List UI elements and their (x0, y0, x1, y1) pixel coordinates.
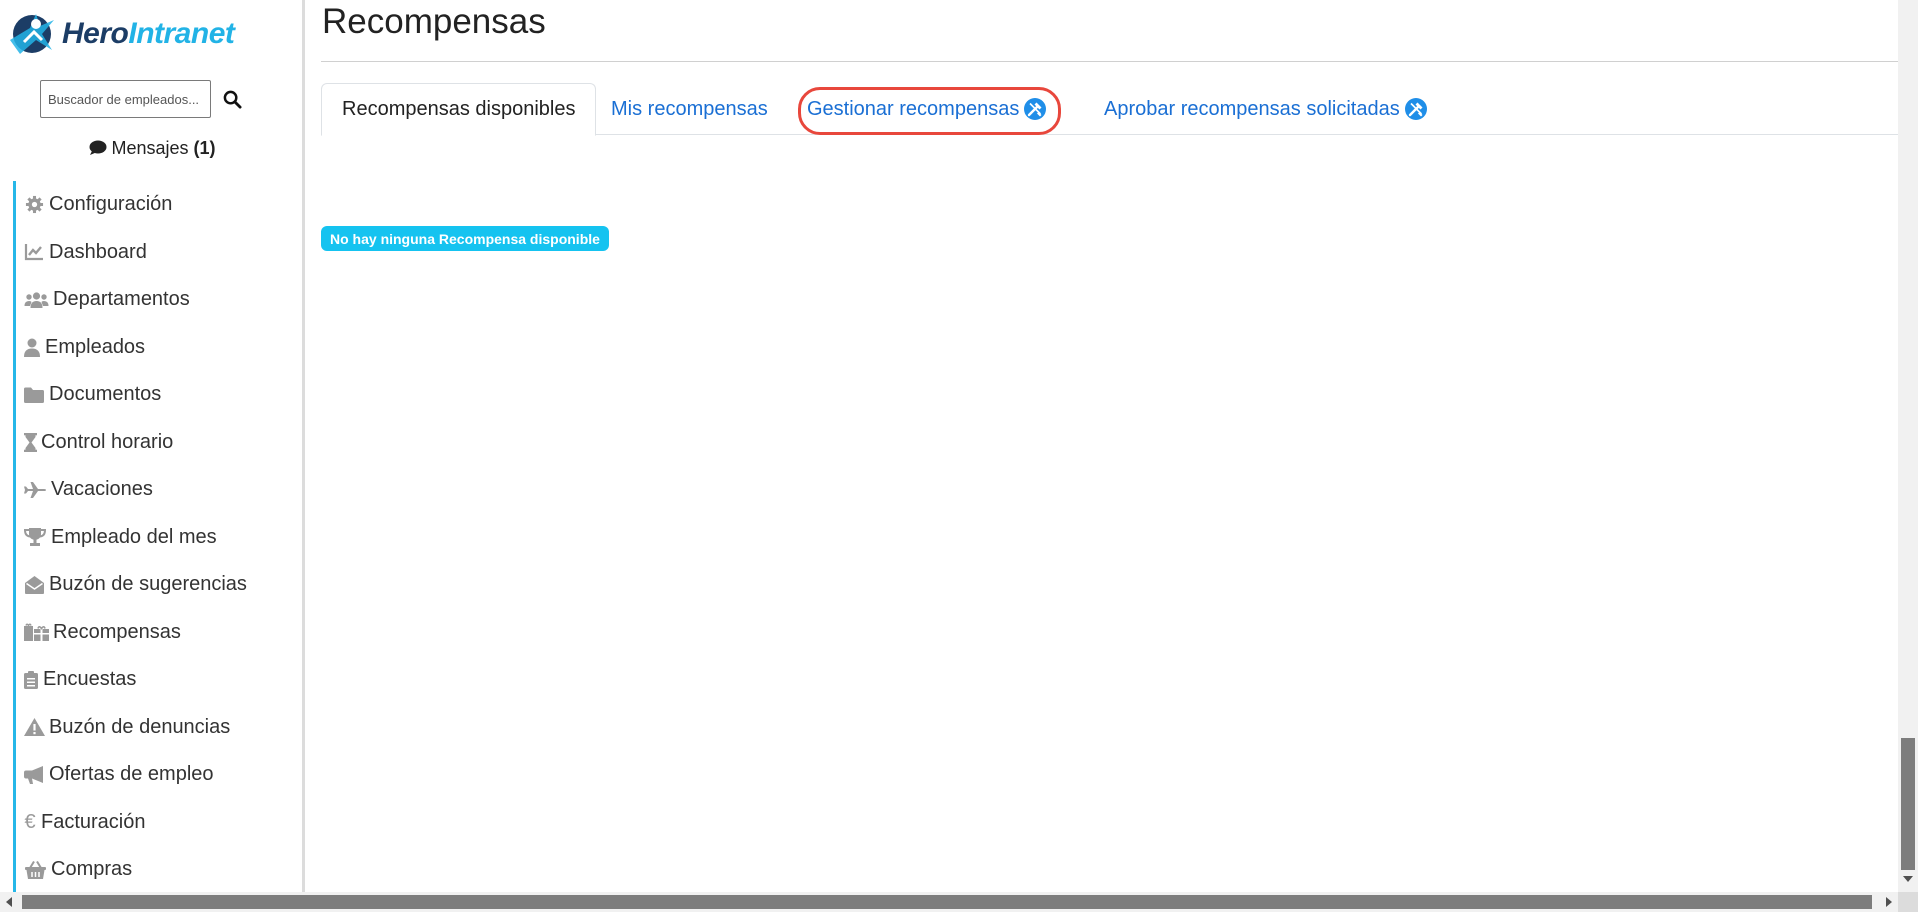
sidebar-item-label: Buzón de sugerencias (49, 573, 247, 596)
sidebar-item-facturacion[interactable]: € Facturación (13, 798, 302, 846)
sidebar: HeroIntranet Mensajes (1) Configuración … (0, 0, 305, 892)
hero-logo-icon (10, 14, 54, 54)
envelope-open-icon (23, 574, 45, 596)
page-title: Recompensas (322, 2, 546, 41)
basket-icon (23, 859, 47, 881)
main-content: Recompensas Recompensas disponibles Mis … (320, 0, 1898, 892)
horizontal-scrollbar[interactable] (0, 892, 1918, 912)
gear-icon (23, 194, 45, 216)
sidebar-item-documentos[interactable]: Documentos (13, 371, 302, 419)
sidebar-item-label: Encuestas (43, 668, 137, 691)
admin-tools-icon (1404, 98, 1427, 120)
euro-icon: € (24, 811, 36, 834)
sidebar-item-recompensas[interactable]: Recompensas (13, 608, 302, 656)
tab-gestionar-recompensas[interactable]: Gestionar recompensas (807, 83, 1047, 135)
scroll-down-arrow-icon[interactable] (1903, 876, 1913, 882)
admin-tools-icon (1024, 98, 1047, 120)
horizontal-scroll-thumb[interactable] (22, 895, 1872, 909)
app-logo[interactable]: HeroIntranet (6, 10, 235, 58)
tab-label: Mis recompensas (611, 97, 768, 120)
gifts-icon (23, 621, 49, 643)
vertical-scrollbar[interactable] (1898, 0, 1918, 892)
sidebar-item-encuestas[interactable]: Encuestas (13, 656, 302, 704)
comment-icon (89, 140, 107, 155)
sidebar-item-empleado-del-mes[interactable]: Empleado del mes (13, 513, 302, 561)
sidebar-item-label: Documentos (49, 383, 162, 406)
scroll-right-arrow-icon[interactable] (1886, 897, 1892, 907)
sidebar-item-configuracion[interactable]: Configuración (13, 181, 302, 229)
sidebar-item-label: Ofertas de empleo (49, 763, 214, 786)
empty-rewards-badge: No hay ninguna Recompensa disponible (321, 226, 609, 251)
sidebar-item-label: Departamentos (53, 288, 190, 311)
megaphone-icon (23, 764, 45, 786)
folder-icon (23, 384, 45, 406)
sidebar-item-vacaciones[interactable]: Vacaciones (13, 466, 302, 514)
scrollbar-corner (1898, 892, 1918, 912)
search-button[interactable] (215, 80, 249, 118)
messages-link[interactable]: Mensajes (1) (0, 138, 302, 159)
tab-label: Gestionar recompensas (807, 97, 1020, 120)
tab-mis-recompensas[interactable]: Mis recompensas (591, 83, 788, 135)
users-icon (23, 289, 49, 311)
sidebar-item-departamentos[interactable]: Departamentos (13, 276, 302, 324)
sidebar-item-label: Configuración (49, 193, 173, 216)
sidebar-item-compras[interactable]: Compras (13, 846, 302, 892)
sidebar-item-ofertas-de-empleo[interactable]: Ofertas de empleo (13, 751, 302, 799)
sidebar-item-label: Empleado del mes (51, 525, 217, 548)
user-icon (23, 336, 41, 358)
tab-aprobar-recompensas-solicitadas[interactable]: Aprobar recompensas solicitadas (1084, 83, 1427, 135)
rewards-tabs: Recompensas disponibles Mis recompensas … (321, 83, 1898, 136)
messages-label: Mensajes (111, 138, 189, 158)
sidebar-item-label: Empleados (45, 335, 146, 358)
sidebar-item-label: Vacaciones (51, 478, 153, 501)
plane-icon (23, 479, 47, 501)
sidebar-nav: Configuración Dashboard Departamentos Em… (13, 181, 302, 892)
sidebar-item-label: Buzón de denuncias (49, 715, 231, 738)
hourglass-icon (23, 431, 37, 453)
sidebar-item-buzon-de-denuncias[interactable]: Buzón de denuncias (13, 703, 302, 751)
search-icon (223, 90, 242, 109)
sidebar-item-dashboard[interactable]: Dashboard (13, 228, 302, 276)
tab-recompensas-disponibles[interactable]: Recompensas disponibles (321, 83, 597, 136)
sidebar-item-label: Facturación (41, 810, 146, 833)
sidebar-item-label: Compras (51, 858, 133, 881)
employee-search (40, 80, 249, 118)
sidebar-item-empleados[interactable]: Empleados (13, 323, 302, 371)
chart-line-icon (23, 241, 45, 263)
sidebar-item-control-horario[interactable]: Control horario (13, 418, 302, 466)
trophy-icon (23, 526, 47, 548)
tab-label: Aprobar recompensas solicitadas (1104, 97, 1400, 120)
sidebar-item-buzon-de-sugerencias[interactable]: Buzón de sugerencias (13, 561, 302, 609)
sidebar-item-label: Control horario (41, 430, 174, 453)
employee-search-input[interactable] (40, 80, 211, 118)
vertical-scroll-thumb[interactable] (1901, 738, 1915, 870)
scroll-left-arrow-icon[interactable] (6, 897, 12, 907)
clipboard-icon (23, 669, 39, 691)
sidebar-item-label: Recompensas (53, 620, 181, 643)
warning-icon (23, 716, 45, 738)
title-divider (321, 61, 1898, 62)
messages-count: (1) (193, 138, 216, 158)
logo-text: HeroIntranet (62, 17, 235, 50)
sidebar-item-label: Dashboard (49, 240, 147, 263)
tab-label: Recompensas disponibles (342, 98, 576, 120)
